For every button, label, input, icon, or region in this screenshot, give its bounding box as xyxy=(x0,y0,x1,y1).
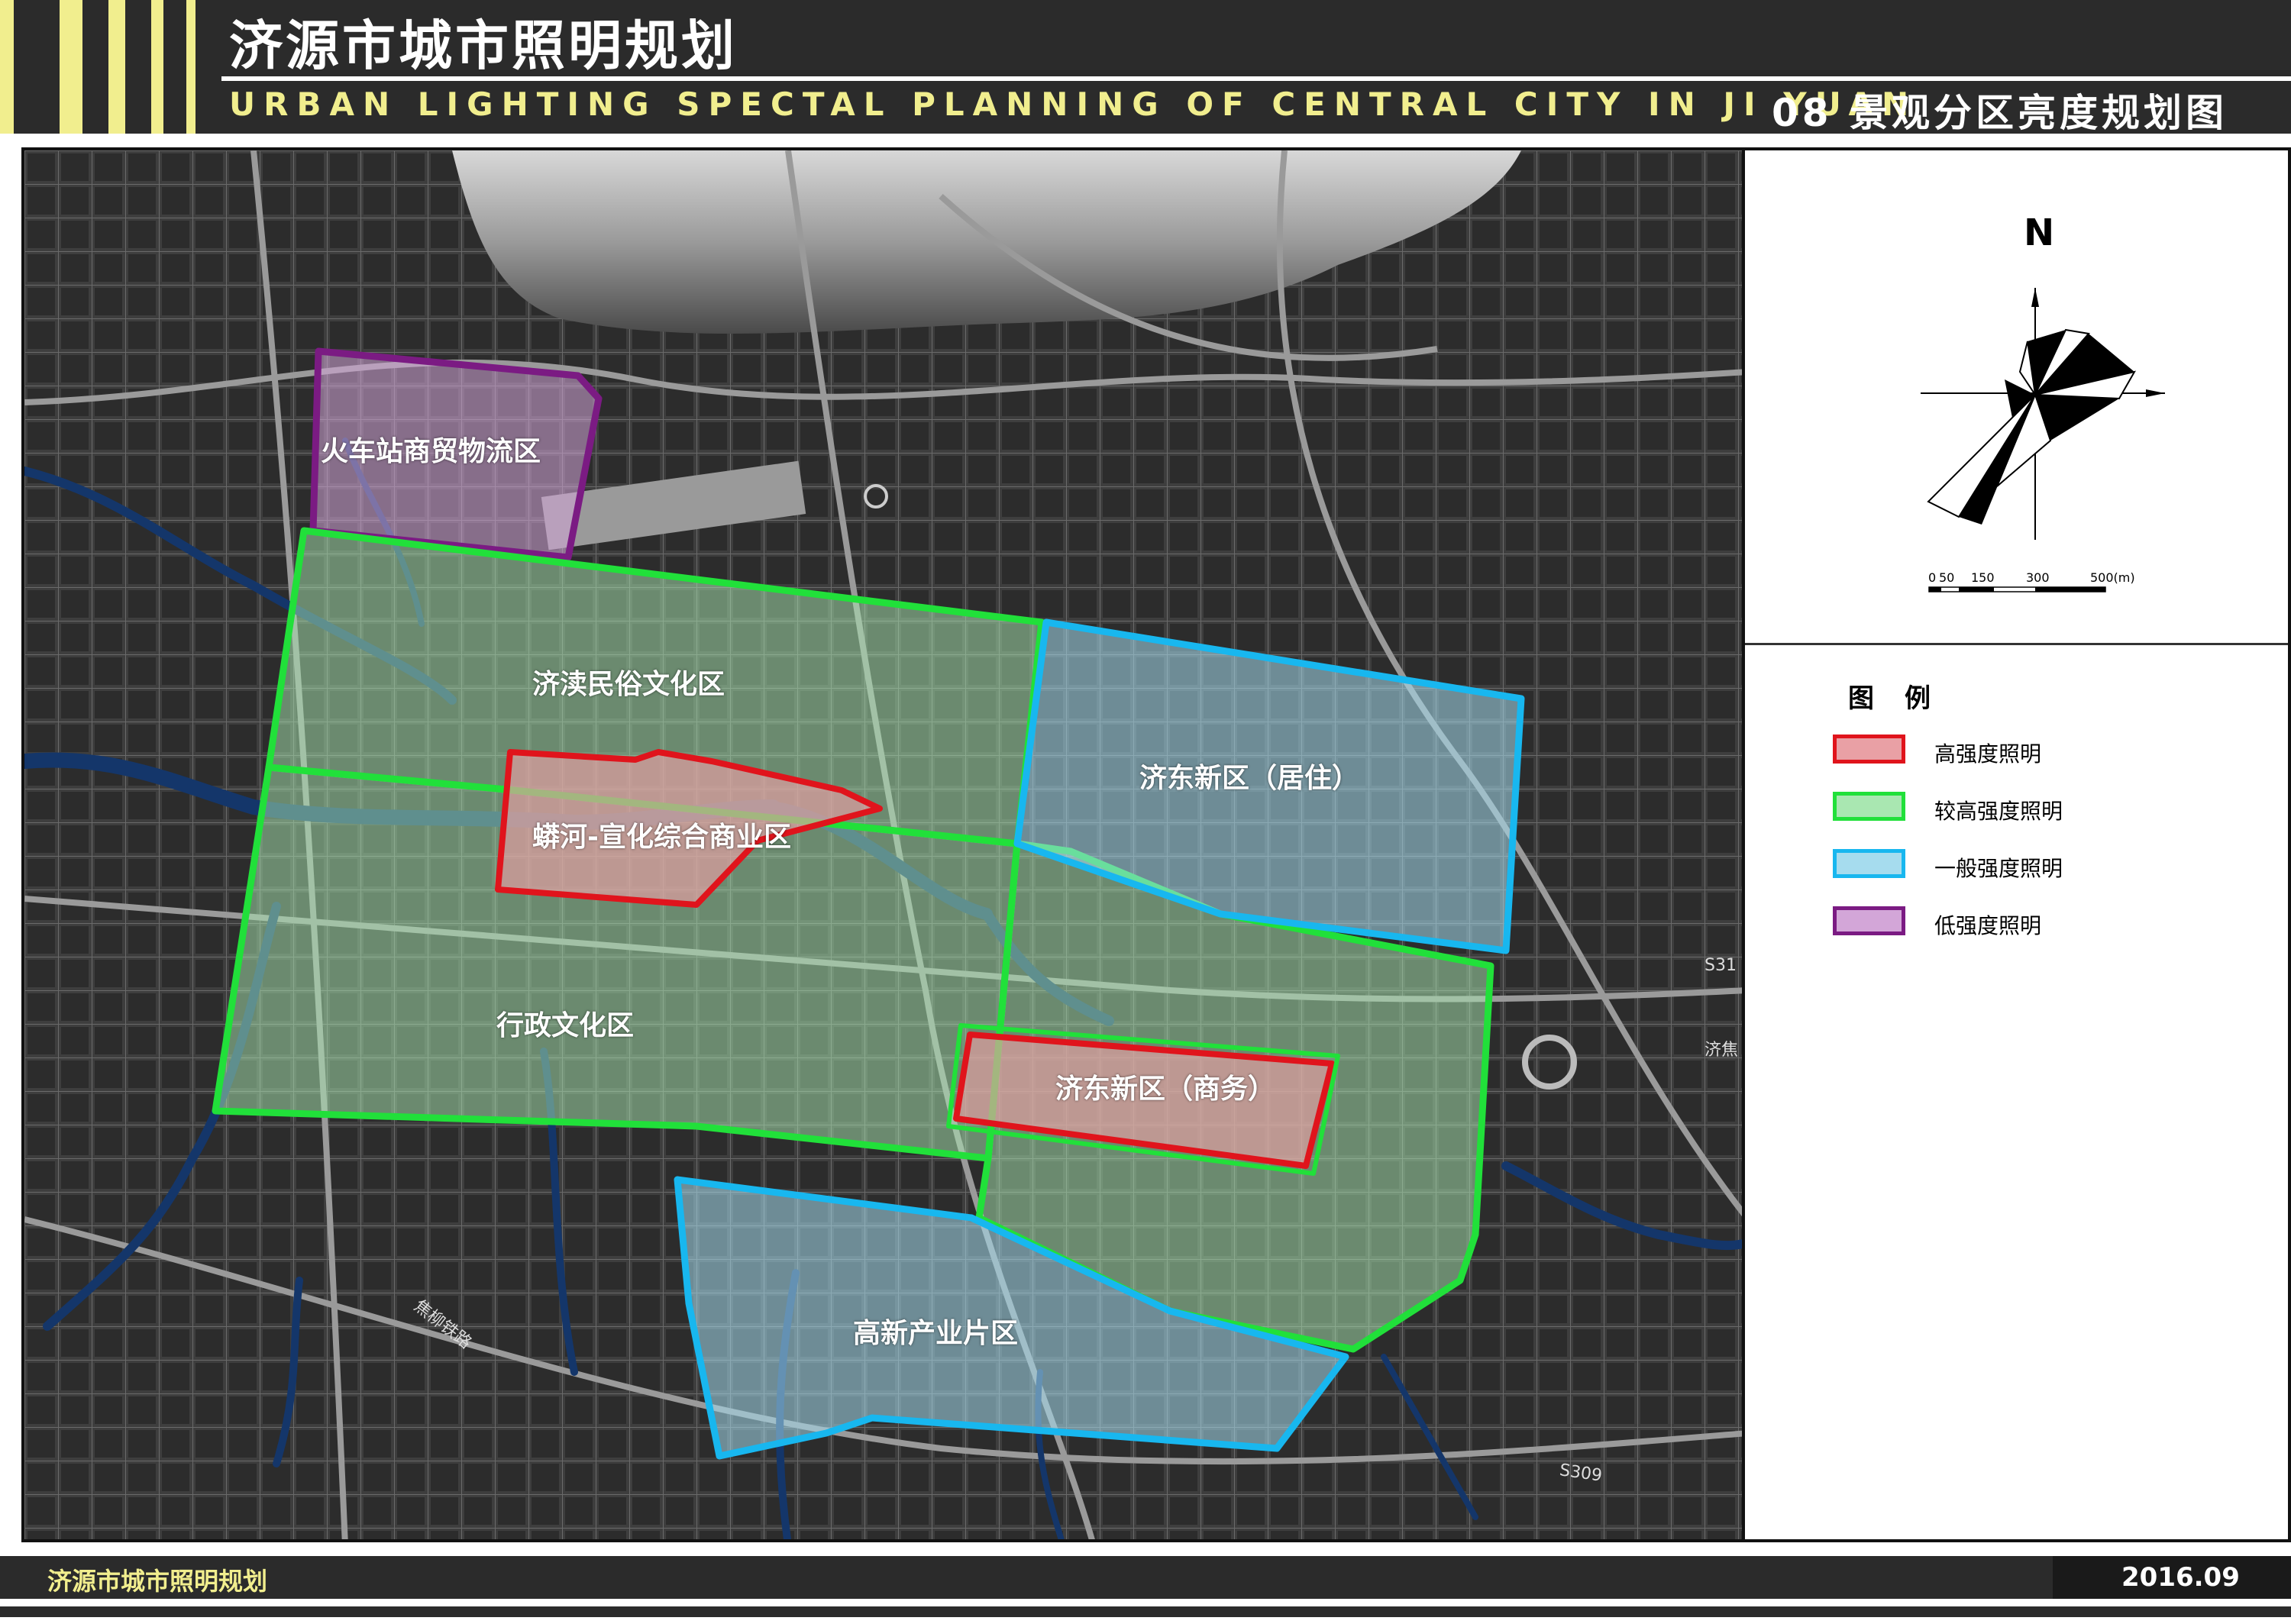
header-stripe xyxy=(0,0,14,134)
header-stripe xyxy=(60,0,82,134)
footer-title: 济源市城市照明规划 xyxy=(47,1567,268,1596)
zone-label-xingzheng: 行政文化区 xyxy=(496,1010,635,1041)
legend-label: 较高强度照明 xyxy=(1934,799,2063,824)
zone-label-gaoxin: 高新产业片区 xyxy=(853,1318,1019,1349)
header-bar: 济源市城市照明规划 URBAN LIGHTING SPECTAL PLANNIN… xyxy=(0,0,2291,135)
footer-date: 2016.09 xyxy=(2121,1562,2240,1593)
footer-rule xyxy=(0,1606,2291,1617)
scale-bar-line xyxy=(1928,586,2106,592)
page-title: 济源市城市照明规划 xyxy=(229,15,738,77)
legend-swatch-low xyxy=(1833,906,1905,935)
scale-label: 50 xyxy=(1939,570,1955,585)
zone-label-jidu: 济渎民俗文化区 xyxy=(532,669,725,700)
side-divider xyxy=(1745,643,2288,645)
legend-swatch-high xyxy=(1833,735,1905,764)
compass-rose-icon xyxy=(1921,288,2165,540)
scale-label: 500(m) xyxy=(2090,570,2135,585)
road-label-s31: S31 xyxy=(1705,956,1737,975)
header-stripe xyxy=(151,0,163,134)
legend-label: 一般强度照明 xyxy=(1934,856,2063,881)
header-stripe xyxy=(186,0,195,134)
north-label: N xyxy=(2024,211,2055,254)
side-panel: N 0 50 150 300 500(m) 图例 高强度照明 较高强度照明 一般… xyxy=(1745,147,2291,1542)
zone-label-manghe: 蟒河-宣化综合商业区 xyxy=(532,822,791,853)
footer-bar: 济源市城市照明规划 2016.09 xyxy=(0,1556,2291,1599)
zone-label-railway: 火车站商贸物流区 xyxy=(321,436,541,467)
sheet-title: 08 景观分区亮度规划图 xyxy=(1772,91,2228,135)
legend-title: 图例 xyxy=(1848,683,1961,714)
footer-date-box: 2016.09 xyxy=(2053,1556,2291,1599)
legend-label: 低强度照明 xyxy=(1934,913,2042,938)
legend-label: 高强度照明 xyxy=(1934,741,2042,767)
header-stripe xyxy=(108,0,125,134)
map-panel[interactable]: 火车站商贸物流区 济渎民俗文化区 蟒河-宣化综合商业区 行政文化区 济东新区（居… xyxy=(21,147,1745,1542)
scale-label: 300 xyxy=(2026,570,2050,585)
header-divider xyxy=(221,76,2291,81)
scale-label: 150 xyxy=(1971,570,1995,585)
zone-label-jidong-res: 济东新区（居住） xyxy=(1139,763,1360,794)
road-label-jijiao: 济焦 xyxy=(1705,1041,1739,1060)
legend-swatch-medium-high xyxy=(1833,792,1905,821)
zone-label-jidong-com: 济东新区（商务） xyxy=(1055,1074,1276,1105)
scale-label: 0 xyxy=(1928,570,1937,585)
legend-swatch-normal xyxy=(1833,849,1905,878)
english-subtitle: URBAN LIGHTING SPECTAL PLANNING OF CENTR… xyxy=(229,86,1918,123)
